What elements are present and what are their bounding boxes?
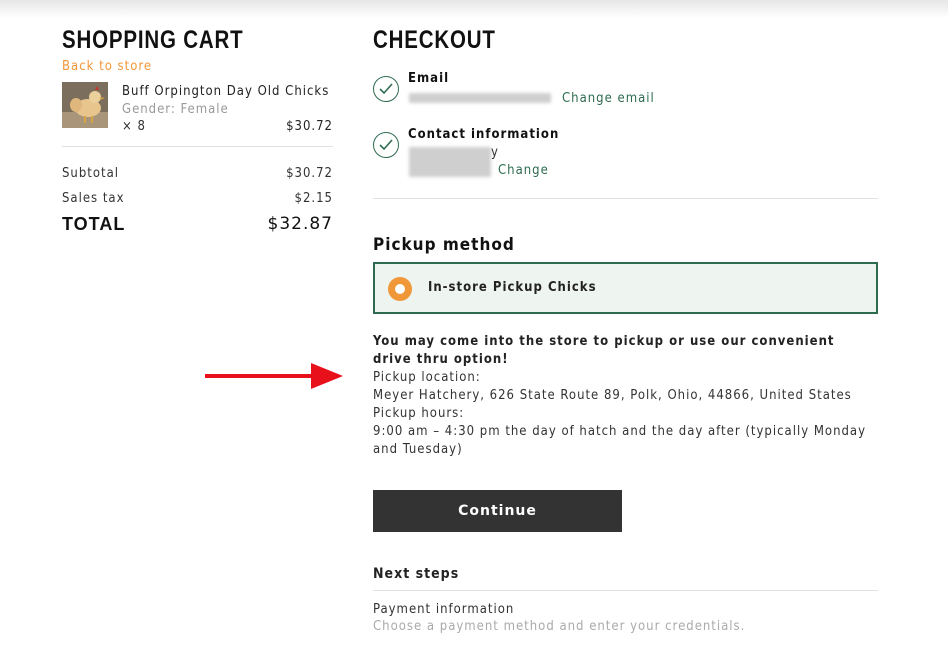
cart-divider [62,146,333,147]
check-circle-icon [373,132,399,158]
email-step-title: Email [408,71,450,86]
pickup-hours-text: 9:00 am – 4:30 pm the day of hatch and t… [373,424,867,457]
top-shadow [0,0,948,18]
sales-tax-value: $2.15 [294,191,333,206]
pickup-method-title: Pickup method [373,235,515,255]
continue-button[interactable]: Continue [373,490,622,532]
product-name: Buff Orpington Day Old Chicks [122,84,330,99]
section-divider [373,198,878,199]
pickup-option-instore[interactable]: In-store Pickup Chicks [373,262,878,314]
pickup-location-address: Meyer Hatchery, 626 State Route 89, Polk… [373,388,852,403]
red-arrow-annotation [205,363,343,389]
pickup-hours-label: Pickup hours: [373,406,465,421]
change-email-link[interactable]: Change email [562,91,655,106]
subtotal-row: Subtotal $30.72 [62,166,333,181]
redacted-email [409,93,551,103]
product-variant: Gender: Female [122,102,229,117]
radio-selected-icon[interactable] [388,277,412,301]
redacted-contact [409,147,491,177]
contact-step: Contact information y Change [373,127,878,196]
product-price: $30.72 [286,119,333,134]
pickup-location-label: Pickup location: [373,370,481,385]
total-label: TOTAL [62,214,126,234]
shopping-cart-panel: SHOPPING CART Back to store Buff Orpingt… [62,26,333,235]
cart-title: SHOPPING CART [62,26,244,54]
check-circle-icon [373,76,399,102]
subtotal-value: $30.72 [286,166,333,181]
cart-item: Buff Orpington Day Old Chicks Gender: Fe… [62,82,333,144]
checkout-panel: CHECKOUT Email Change email Contact info… [373,26,878,634]
next-steps-divider [373,590,878,591]
checkout-title: CHECKOUT [373,26,496,54]
subtotal-label: Subtotal [62,166,120,181]
pickup-option-label: In-store Pickup Chicks [428,280,597,295]
product-quantity: × 8 [122,119,146,134]
pickup-info: You may come into the store to pickup or… [373,333,878,459]
next-step-payment-desc: Choose a payment method and enter your c… [373,619,746,634]
contact-step-title: Contact information [408,127,560,142]
total-row: TOTAL $32.87 [62,214,333,235]
back-to-store-link[interactable]: Back to store [62,59,152,74]
email-step: Email Change email [373,71,878,132]
next-step-payment-title: Payment information [373,602,515,617]
contact-partial-text: y [491,145,499,160]
sales-tax-label: Sales tax [62,191,125,206]
pickup-lead-text: You may come into the store to pickup or… [373,334,835,367]
total-value: $32.87 [267,214,333,234]
change-contact-link[interactable]: Change [498,163,549,178]
next-steps-title: Next steps [373,566,460,582]
product-thumbnail [62,82,108,128]
sales-tax-row: Sales tax $2.15 [62,191,333,206]
